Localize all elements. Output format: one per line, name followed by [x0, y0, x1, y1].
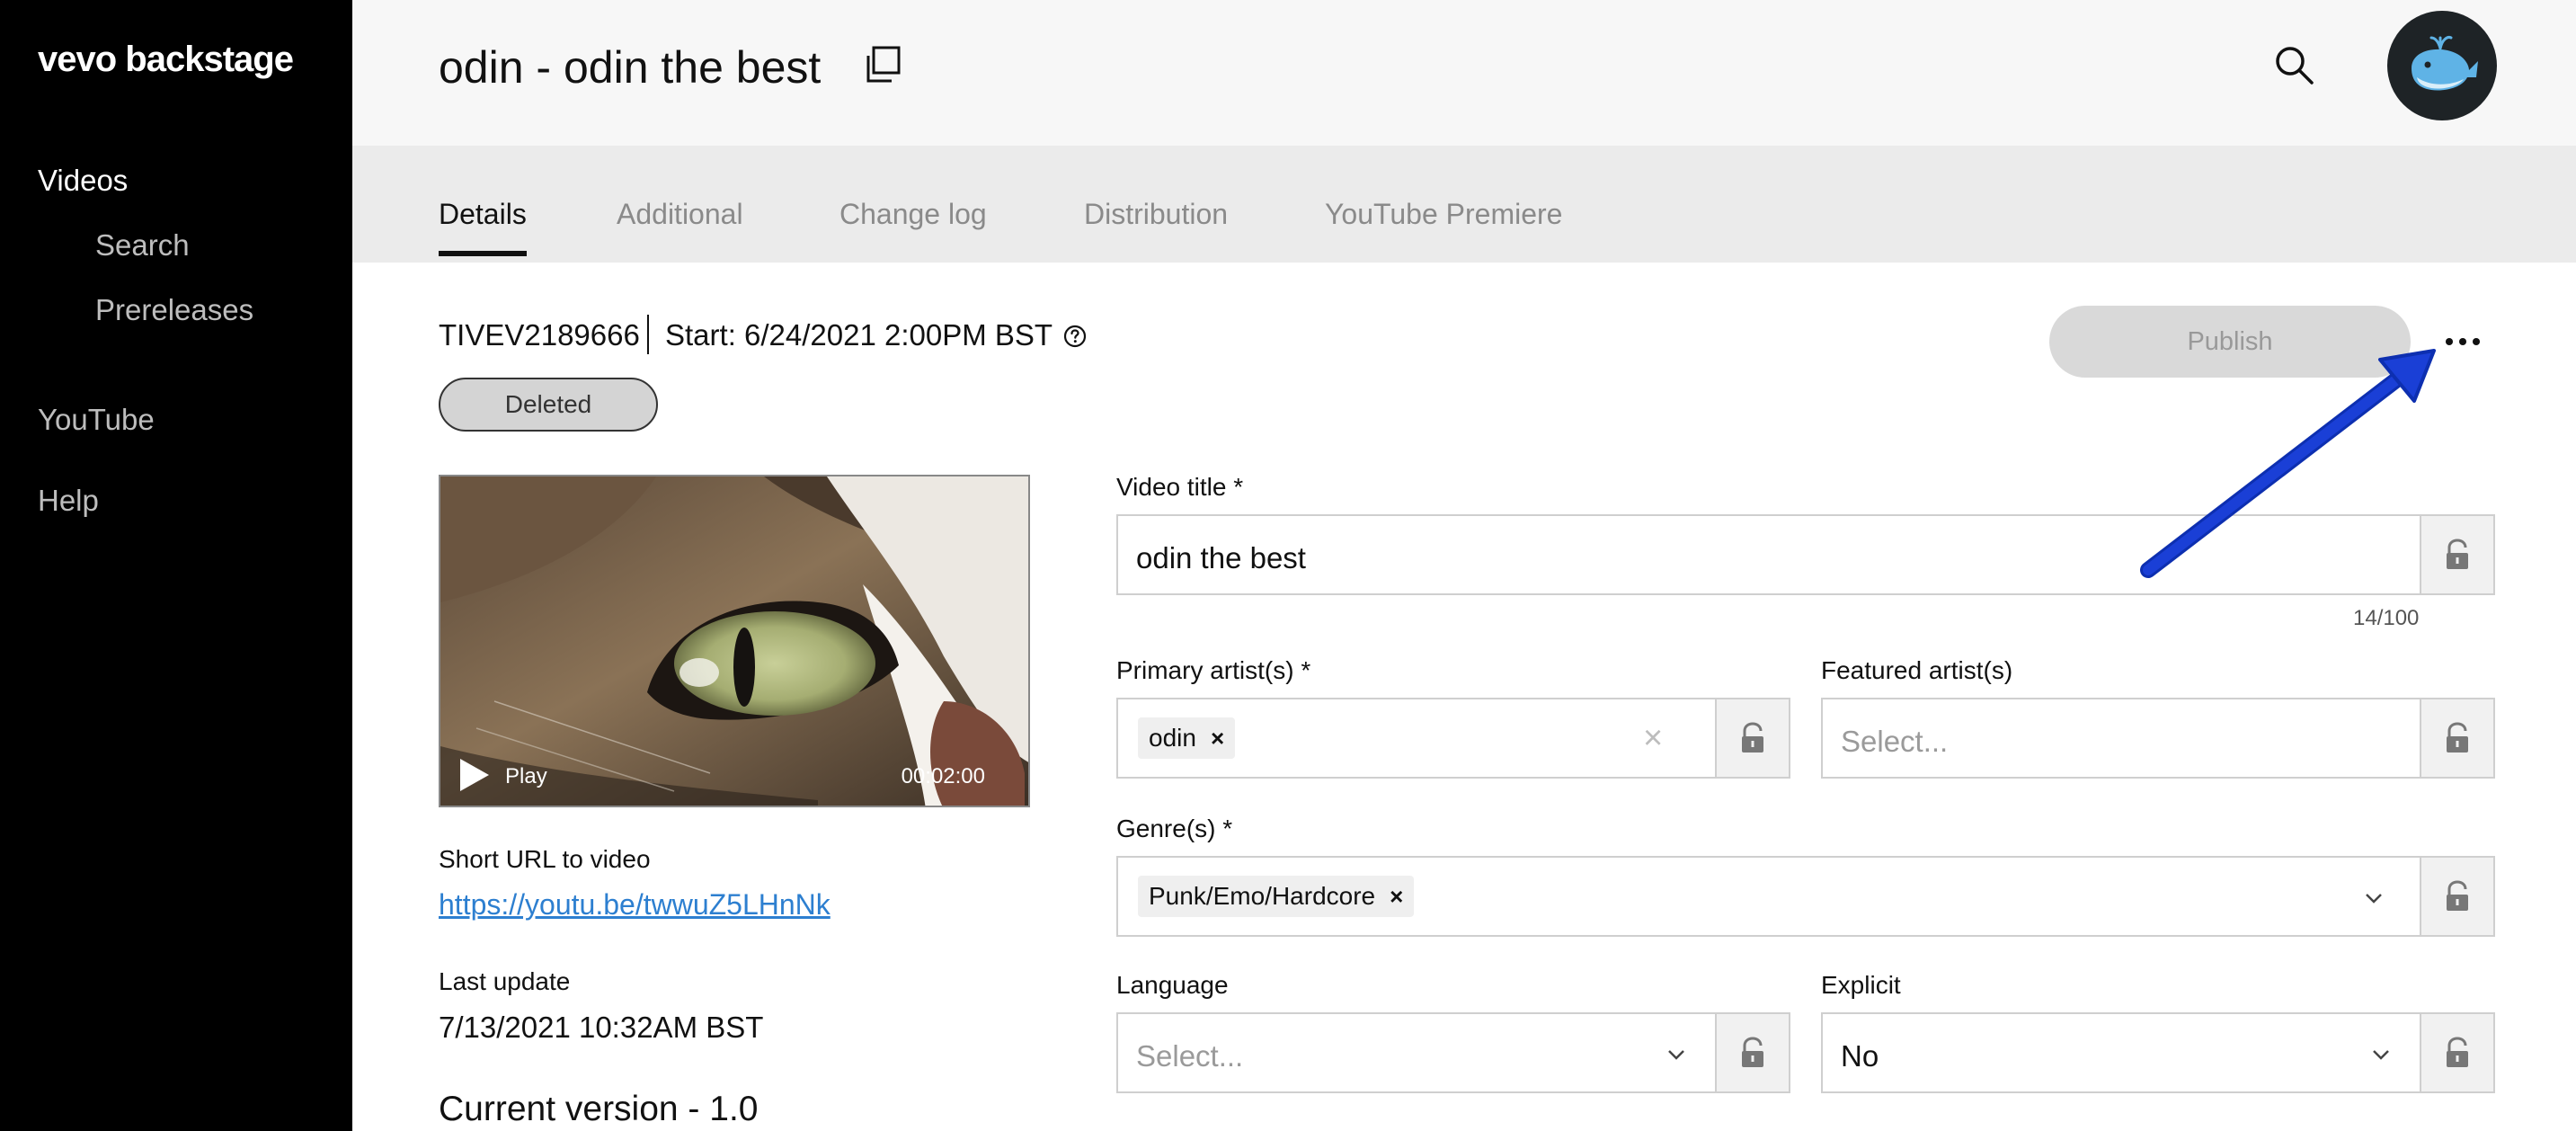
video-thumbnail[interactable]: Play 00:02:00: [439, 475, 1030, 807]
info-divider: [647, 315, 649, 354]
artist-chip-label: odin: [1149, 724, 1196, 752]
primary-artist-input[interactable]: odin × ×: [1116, 698, 1717, 779]
primary-artist-lock[interactable]: [1715, 698, 1790, 779]
search-icon[interactable]: [2272, 43, 2315, 86]
avatar[interactable]: [2387, 11, 2497, 120]
dot: [2473, 338, 2480, 345]
current-version: Current version - 1.0: [439, 1090, 759, 1128]
cat-eye-image: [440, 476, 1028, 806]
sidebar-item-help[interactable]: Help: [38, 484, 99, 518]
explicit-lock[interactable]: [2420, 1012, 2495, 1093]
sidebar-item-youtube[interactable]: YouTube: [38, 403, 155, 437]
artist-chip: odin ×: [1138, 717, 1236, 759]
featured-artist-select[interactable]: Select...: [1821, 698, 2421, 779]
tab-youtube-premiere[interactable]: YouTube Premiere: [1325, 198, 1562, 251]
chevron-down-icon[interactable]: [1665, 1043, 1688, 1066]
clear-icon[interactable]: ×: [1643, 719, 1663, 758]
language-label: Language: [1116, 971, 1229, 999]
explicit-value: No: [1841, 1039, 1879, 1073]
dot: [2459, 338, 2466, 345]
video-id: TIVEV2189666: [439, 318, 640, 352]
genre-chip-label: Punk/Emo/Hardcore: [1149, 882, 1376, 910]
last-update-value: 7/13/2021 10:32AM BST: [439, 1011, 764, 1044]
genre-lock[interactable]: [2420, 856, 2495, 937]
tab-additional[interactable]: Additional: [617, 198, 743, 251]
whale-icon: [2412, 36, 2478, 91]
unlock-icon: [2447, 1037, 2468, 1067]
genre-select[interactable]: Punk/Emo/Hardcore ×: [1116, 856, 2421, 937]
tab-distribution[interactable]: Distribution: [1084, 198, 1228, 251]
remove-chip-icon[interactable]: ×: [1390, 883, 1403, 911]
video-title-label: Video title *: [1116, 473, 1244, 501]
featured-artist-label: Featured artist(s): [1821, 656, 2013, 684]
language-placeholder: Select...: [1136, 1039, 1244, 1073]
unlock-icon: [2447, 880, 2468, 911]
start-time: Start: 6/24/2021 2:00PM BST: [665, 318, 1053, 352]
chevron-down-icon[interactable]: [2369, 1043, 2393, 1066]
video-title-lock[interactable]: [2420, 514, 2495, 595]
header: odin - odin the best: [352, 0, 2576, 146]
language-select[interactable]: Select...: [1116, 1012, 1717, 1093]
primary-artist-label: Primary artist(s) *: [1116, 656, 1311, 684]
unlock-icon: [1742, 1037, 1763, 1067]
page-title: odin - odin the best: [439, 42, 822, 93]
genre-chip: Punk/Emo/Hardcore ×: [1138, 876, 1415, 917]
app-logo[interactable]: vevo backstage: [38, 40, 294, 80]
title-char-counter: 14/100: [2353, 606, 2420, 630]
play-label[interactable]: Play: [505, 764, 547, 789]
explicit-select[interactable]: No: [1821, 1012, 2421, 1093]
language-lock[interactable]: [1715, 1012, 1790, 1093]
video-title-value: odin the best: [1136, 541, 1306, 574]
tab-change-log[interactable]: Change log: [839, 198, 987, 251]
short-url-label: Short URL to video: [439, 845, 651, 873]
unlock-icon: [2447, 539, 2468, 569]
chevron-down-icon[interactable]: [2362, 886, 2385, 910]
video-duration: 00:02:00: [901, 764, 985, 788]
sidebar: vevo backstage Videos Search Prereleases…: [0, 0, 352, 1131]
status-badge: Deleted: [439, 378, 658, 432]
sidebar-item-search[interactable]: Search: [95, 228, 190, 263]
unlock-icon: [1742, 722, 1763, 753]
featured-artist-placeholder: Select...: [1841, 725, 1949, 758]
unlock-icon: [2447, 722, 2468, 753]
genre-label: Genre(s) *: [1116, 815, 1233, 842]
featured-artist-lock[interactable]: [2420, 698, 2495, 779]
sidebar-item-prereleases[interactable]: Prereleases: [95, 293, 253, 327]
video-title-input[interactable]: odin the best: [1116, 514, 2421, 595]
last-update-label: Last update: [439, 967, 571, 995]
more-options-icon[interactable]: [2438, 320, 2488, 363]
short-url-link[interactable]: https://youtu.be/twwuZ5LHnNk: [439, 888, 831, 922]
sidebar-item-videos[interactable]: Videos: [38, 164, 128, 198]
explicit-label: Explicit: [1821, 971, 1901, 999]
tab-bar: Details Additional Change log Distributi…: [352, 146, 2576, 263]
tab-details[interactable]: Details: [439, 198, 527, 256]
remove-chip-icon[interactable]: ×: [1211, 725, 1224, 753]
play-icon[interactable]: [458, 757, 491, 793]
help-icon[interactable]: [1062, 324, 1088, 349]
publish-button[interactable]: Publish: [2049, 306, 2411, 378]
copy-icon[interactable]: [863, 45, 902, 85]
dot: [2446, 338, 2453, 345]
